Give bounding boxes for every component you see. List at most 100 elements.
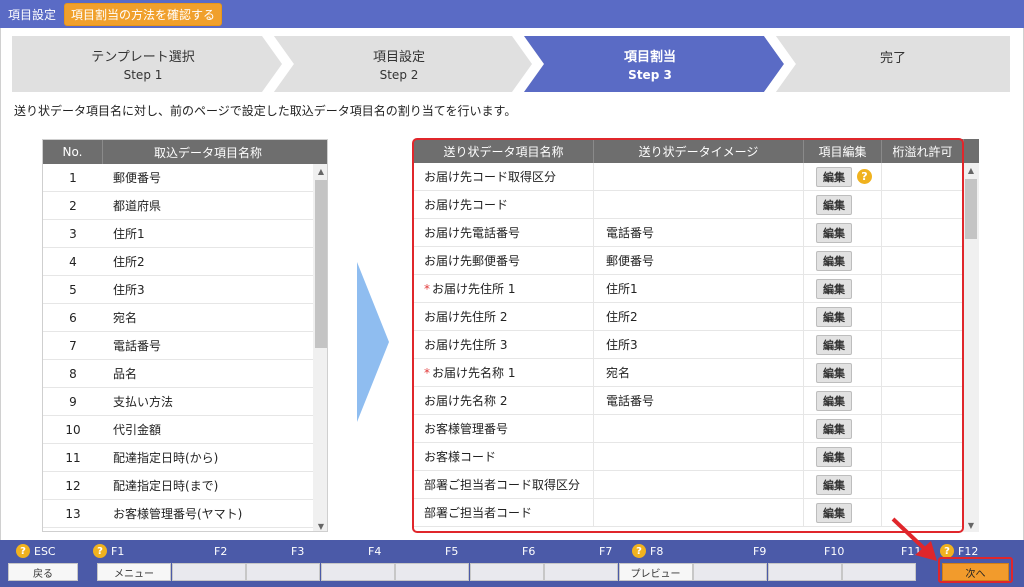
fkey-button-f10[interactable]	[767, 563, 842, 581]
edit-button[interactable]: 編集	[816, 502, 852, 523]
table-row[interactable]: 2 都道府県	[43, 192, 313, 220]
import-table-header: No. 取込データ項目名称	[43, 140, 327, 164]
table-row: お届け先コード 編集	[414, 190, 979, 219]
import-table-body: 1 郵便番号 2 都道府県 3 住所1 4 住所2 5 住所3 6 宛名 7 電話番号 8 品名 9 支払い方法 1…	[43, 164, 313, 528]
fkey-button-f5[interactable]	[395, 563, 469, 581]
row-invoice-image[interactable]: 住所2	[594, 302, 804, 331]
table-row[interactable]: 9 支払い方法	[43, 388, 313, 416]
row-invoice-image[interactable]	[594, 498, 804, 527]
row-import-name: 品名	[113, 367, 138, 381]
import-table-scrollbar[interactable]: ▲ ▼	[313, 164, 327, 531]
row-overflow-cell	[882, 386, 964, 415]
import-scroll-thumb[interactable]	[315, 180, 327, 348]
row-no: 11	[65, 450, 81, 465]
table-row[interactable]: 8 品名	[43, 360, 313, 388]
row-edit-cell: 編集	[804, 358, 882, 387]
fkey-button-f9[interactable]	[693, 563, 767, 581]
fkey-button-f4[interactable]	[320, 563, 395, 581]
help-icon[interactable]: ?	[632, 544, 646, 558]
fkey-button-f8[interactable]: プレビュー	[618, 563, 693, 581]
fkey-button-f1[interactable]: メニュー	[97, 563, 171, 581]
step-2: 項目設定 Step 2	[274, 36, 524, 92]
description-text: 送り状データ項目名に対し、前のページで設定した取込データ項目名の割り当てを行いま…	[14, 104, 517, 118]
row-edit-cell: 編集	[804, 414, 882, 443]
edit-button[interactable]: 編集	[816, 222, 852, 243]
invoice-table-scrollbar[interactable]: ▲ ▼	[963, 163, 979, 532]
edit-button[interactable]: 編集	[816, 334, 852, 355]
scroll-down-icon[interactable]: ▼	[963, 518, 979, 532]
fkey-label: F2	[214, 543, 227, 559]
edit-button[interactable]: 編集	[816, 250, 852, 271]
pointer-arrow-icon	[891, 517, 937, 561]
col-invoice-image: 送り状データイメージ	[594, 139, 804, 163]
row-import-name: 配達指定日時(から)	[113, 451, 219, 465]
row-invoice-image[interactable]: 電話番号	[594, 218, 804, 247]
row-overflow-cell	[882, 246, 964, 275]
row-overflow-cell	[882, 442, 964, 471]
help-icon[interactable]: ?	[857, 169, 872, 184]
row-import-name: 住所3	[113, 283, 145, 297]
row-invoice-image[interactable]: 電話番号	[594, 386, 804, 415]
edit-button[interactable]: 編集	[816, 362, 852, 383]
row-invoice-image[interactable]: 住所3	[594, 330, 804, 359]
table-row[interactable]: 7 電話番号	[43, 332, 313, 360]
edit-button[interactable]: 編集	[816, 474, 852, 495]
table-row[interactable]: 1 郵便番号	[43, 164, 313, 192]
row-invoice-image[interactable]: 住所1	[594, 274, 804, 303]
row-invoice-image[interactable]	[594, 470, 804, 499]
help-icon[interactable]: ?	[93, 544, 107, 558]
table-row[interactable]: 13 お客様管理番号(ヤマト)	[43, 500, 313, 528]
table-row[interactable]: 12 配達指定日時(まで)	[43, 472, 313, 500]
row-invoice-image[interactable]	[594, 442, 804, 471]
table-row[interactable]: 11 配達指定日時(から)	[43, 444, 313, 472]
row-import-name: 住所2	[113, 255, 145, 269]
fkey-name: F9	[753, 544, 767, 558]
row-import-name: お客様管理番号(ヤマト)	[113, 507, 243, 521]
scroll-up-icon[interactable]: ▲	[963, 163, 979, 177]
fkey-button-esc[interactable]: 戻る	[8, 563, 78, 581]
fkey-button-f3[interactable]	[246, 563, 320, 581]
edit-button[interactable]: 編集	[816, 390, 852, 411]
invoice-scroll-thumb[interactable]	[965, 179, 977, 239]
table-row[interactable]: 4 住所2	[43, 248, 313, 276]
fkey-label: ? ESC	[16, 543, 56, 559]
scroll-up-icon[interactable]: ▲	[313, 164, 327, 178]
fkey-button-f7[interactable]	[544, 563, 618, 581]
fkey-button-f2[interactable]	[171, 563, 246, 581]
edit-button[interactable]: 編集	[816, 278, 852, 299]
required-mark: *	[424, 365, 430, 380]
invoice-table-body: お届け先コード取得区分 編集? お届け先コード 編集 お届け先電話番号 電話番号 編集 お届け…	[414, 162, 979, 527]
row-invoice-image[interactable]	[594, 162, 804, 191]
table-row[interactable]: 5 住所3	[43, 276, 313, 304]
table-row[interactable]: 3 住所1	[43, 220, 313, 248]
row-invoice-name: お届け先名称 2	[414, 386, 594, 415]
step-3: 項目割当 Step 3	[524, 36, 776, 92]
table-row: お届け先住所 3 住所3 編集	[414, 330, 979, 359]
row-invoice-image[interactable]: 郵便番号	[594, 246, 804, 275]
fkey-label: ? F1	[93, 543, 124, 559]
row-no: 7	[69, 338, 77, 353]
edit-button[interactable]: 編集	[816, 166, 852, 187]
edit-button[interactable]: 編集	[816, 446, 852, 467]
invoice-name-text: お届け先郵便番号	[424, 254, 521, 268]
table-row[interactable]: 10 代引金額	[43, 416, 313, 444]
edit-button[interactable]: 編集	[816, 194, 852, 215]
fkey-button-f6[interactable]	[469, 563, 544, 581]
table-row[interactable]: 6 宛名	[43, 304, 313, 332]
fkey-label: F7	[599, 543, 612, 559]
row-invoice-image[interactable]: 宛名	[594, 358, 804, 387]
row-invoice-name: お届け先電話番号	[414, 218, 594, 247]
row-invoice-image[interactable]	[594, 414, 804, 443]
edit-button[interactable]: 編集	[816, 418, 852, 439]
help-method-button[interactable]: 項目割当の方法を確認する	[64, 2, 223, 26]
row-invoice-name: お客様管理番号	[414, 414, 594, 443]
edit-button[interactable]: 編集	[816, 306, 852, 327]
scroll-down-icon[interactable]: ▼	[313, 519, 327, 531]
step-1-sub: Step 1	[123, 68, 163, 82]
fkey-name: ESC	[34, 544, 56, 558]
row-no: 3	[69, 226, 77, 241]
row-invoice-image[interactable]	[594, 190, 804, 219]
invoice-table-header: 送り状データ項目名称 送り状データイメージ 項目編集 桁溢れ許可	[414, 139, 979, 163]
help-icon[interactable]: ?	[16, 544, 30, 558]
fkey-button-f11[interactable]	[842, 563, 916, 581]
